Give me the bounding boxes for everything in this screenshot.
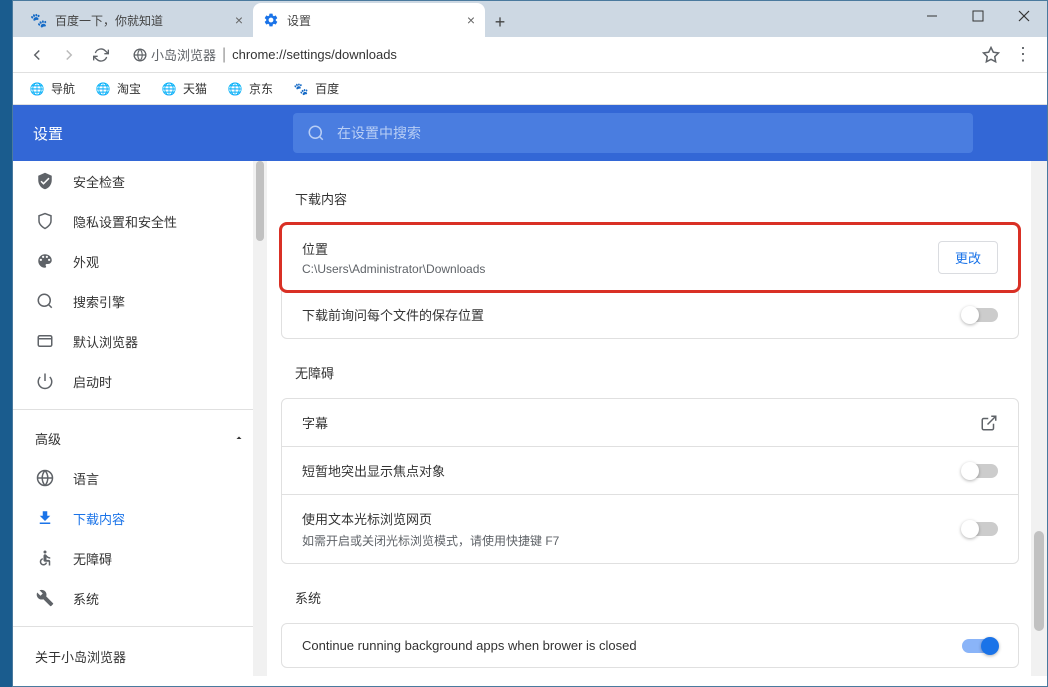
ask-label: 下载前询问每个文件的保存位置 bbox=[302, 305, 484, 324]
tab-bar: 🐾 百度一下，你就知道 × 设置 × + bbox=[13, 1, 1047, 37]
caret-browsing-toggle[interactable] bbox=[962, 522, 998, 536]
reload-button[interactable] bbox=[85, 39, 117, 71]
sidebar-item-safety-check[interactable]: 安全检查 bbox=[13, 161, 267, 201]
globe-icon: 🌐 bbox=[161, 81, 177, 97]
settings-main: 下载内容 位置 C:\Users\Administrator\Downloads… bbox=[267, 161, 1047, 676]
background-apps-row: Continue running background apps when br… bbox=[282, 624, 1018, 667]
caret-browsing-row: 使用文本光标浏览网页 如需开启或关闭光标浏览模式，请使用快捷键 F7 bbox=[282, 494, 1018, 563]
settings-gear-icon bbox=[263, 12, 279, 28]
download-location-row: 位置 C:\Users\Administrator\Downloads 更改 bbox=[282, 225, 1018, 290]
settings-header: 设置 bbox=[13, 105, 1047, 161]
section-downloads-title: 下载内容 bbox=[295, 189, 1019, 208]
sidebar-item-privacy[interactable]: 隐私设置和安全性 bbox=[13, 201, 267, 241]
sidebar-item-system[interactable]: 系统 bbox=[13, 578, 267, 618]
back-button[interactable] bbox=[21, 39, 53, 71]
tab-baidu[interactable]: 🐾 百度一下，你就知道 × bbox=[21, 3, 253, 37]
palette-icon bbox=[35, 252, 55, 270]
tab-title: 百度一下，你就知道 bbox=[55, 12, 163, 29]
globe-icon: 🌐 bbox=[95, 81, 111, 97]
bookmark-jd[interactable]: 🌐京东 bbox=[219, 76, 281, 101]
background-apps-toggle[interactable] bbox=[962, 639, 998, 653]
bookmark-taobao[interactable]: 🌐淘宝 bbox=[87, 76, 149, 101]
power-icon bbox=[35, 372, 55, 390]
sidebar-item-startup[interactable]: 启动时 bbox=[13, 361, 267, 401]
browser-window: 🐾 百度一下，你就知道 × 设置 × + 小岛浏览器 | chrome://se… bbox=[12, 0, 1048, 687]
settings-title: 设置 bbox=[33, 123, 293, 144]
shield-icon bbox=[35, 212, 55, 230]
settings-sidebar: 安全检查 隐私设置和安全性 外观 搜索引擎 默认浏览器 启动时 高级 语言 下载… bbox=[13, 161, 267, 676]
chevron-up-icon bbox=[233, 432, 245, 444]
browser-menu-button[interactable]: ⋮ bbox=[1007, 39, 1039, 71]
sidebar-item-appearance[interactable]: 外观 bbox=[13, 241, 267, 281]
settings-search-input[interactable] bbox=[337, 125, 959, 141]
tab-close-icon[interactable]: × bbox=[467, 12, 475, 28]
external-link-icon bbox=[980, 414, 998, 432]
window-controls bbox=[909, 1, 1047, 31]
focus-highlight-toggle[interactable] bbox=[962, 464, 998, 478]
main-scroll-thumb[interactable] bbox=[1034, 531, 1044, 631]
ask-before-download-toggle[interactable] bbox=[962, 308, 998, 322]
captions-row[interactable]: 字幕 bbox=[282, 399, 1018, 446]
sidebar-item-downloads[interactable]: 下载内容 bbox=[13, 498, 267, 538]
main-scrollbar[interactable] bbox=[1031, 161, 1047, 676]
system-card: Continue running background apps when br… bbox=[281, 623, 1019, 668]
search-icon bbox=[307, 124, 325, 142]
globe-icon: 🌐 bbox=[29, 81, 45, 97]
sidebar-item-search[interactable]: 搜索引擎 bbox=[13, 281, 267, 321]
close-button[interactable] bbox=[1001, 1, 1047, 31]
new-tab-button[interactable]: + bbox=[485, 7, 515, 37]
sidebar-item-default-browser[interactable]: 默认浏览器 bbox=[13, 321, 267, 361]
tab-settings[interactable]: 设置 × bbox=[253, 3, 485, 37]
bookmark-baidu[interactable]: 🐾百度 bbox=[285, 76, 347, 101]
bookmark-bar: 🌐导航 🌐淘宝 🌐天猫 🌐京东 🐾百度 bbox=[13, 73, 1047, 105]
sidebar-scroll-thumb[interactable] bbox=[256, 161, 264, 241]
window-icon bbox=[35, 332, 55, 350]
sidebar-scrollbar[interactable] bbox=[253, 161, 267, 676]
search-icon bbox=[35, 292, 55, 310]
site-info-icon[interactable] bbox=[133, 48, 147, 62]
download-icon bbox=[35, 509, 55, 527]
bookmark-nav[interactable]: 🌐导航 bbox=[21, 76, 83, 101]
globe-icon: 🌐 bbox=[227, 81, 243, 97]
url-field[interactable]: 小岛浏览器 | chrome://settings/downloads bbox=[123, 41, 969, 69]
location-label: 位置 bbox=[302, 239, 938, 258]
settings-content: 安全检查 隐私设置和安全性 外观 搜索引擎 默认浏览器 启动时 高级 语言 下载… bbox=[13, 161, 1047, 676]
url-path: chrome://settings/downloads bbox=[232, 47, 397, 62]
minimize-button[interactable] bbox=[909, 1, 955, 31]
ask-before-download-row: 下载前询问每个文件的保存位置 bbox=[282, 291, 1018, 338]
settings-search-box[interactable] bbox=[293, 113, 973, 153]
sidebar-item-languages[interactable]: 语言 bbox=[13, 458, 267, 498]
downloads-location-card: 位置 C:\Users\Administrator\Downloads 更改 bbox=[281, 224, 1019, 291]
maximize-button[interactable] bbox=[955, 1, 1001, 31]
tab-title: 设置 bbox=[287, 12, 311, 29]
bookmark-star-icon[interactable] bbox=[975, 39, 1007, 71]
downloads-ask-card: 下载前询问每个文件的保存位置 bbox=[281, 291, 1019, 339]
shield-check-icon bbox=[35, 172, 55, 190]
sidebar-item-accessibility[interactable]: 无障碍 bbox=[13, 538, 267, 578]
sidebar-about[interactable]: 关于小岛浏览器 bbox=[13, 635, 267, 676]
location-path: C:\Users\Administrator\Downloads bbox=[302, 262, 938, 276]
accessibility-icon bbox=[35, 549, 55, 567]
wrench-icon bbox=[35, 589, 55, 607]
baidu-icon: 🐾 bbox=[31, 12, 47, 28]
section-system-title: 系统 bbox=[295, 588, 1019, 607]
accessibility-card: 字幕 短暂地突出显示焦点对象 使用文本光标浏览网页 如需开启或关闭光标浏览模式，… bbox=[281, 398, 1019, 564]
baidu-icon: 🐾 bbox=[293, 81, 309, 97]
forward-button[interactable] bbox=[53, 39, 85, 71]
tab-close-icon[interactable]: × bbox=[235, 12, 243, 28]
address-bar: 小岛浏览器 | chrome://settings/downloads ⋮ bbox=[13, 37, 1047, 73]
bookmark-tmall[interactable]: 🌐天猫 bbox=[153, 76, 215, 101]
section-accessibility-title: 无障碍 bbox=[295, 363, 1019, 382]
focus-highlight-row: 短暂地突出显示焦点对象 bbox=[282, 446, 1018, 494]
sidebar-advanced-toggle[interactable]: 高级 bbox=[13, 418, 267, 458]
url-host: 小岛浏览器 bbox=[151, 45, 216, 64]
change-location-button[interactable]: 更改 bbox=[938, 241, 998, 274]
globe-icon bbox=[35, 469, 55, 487]
